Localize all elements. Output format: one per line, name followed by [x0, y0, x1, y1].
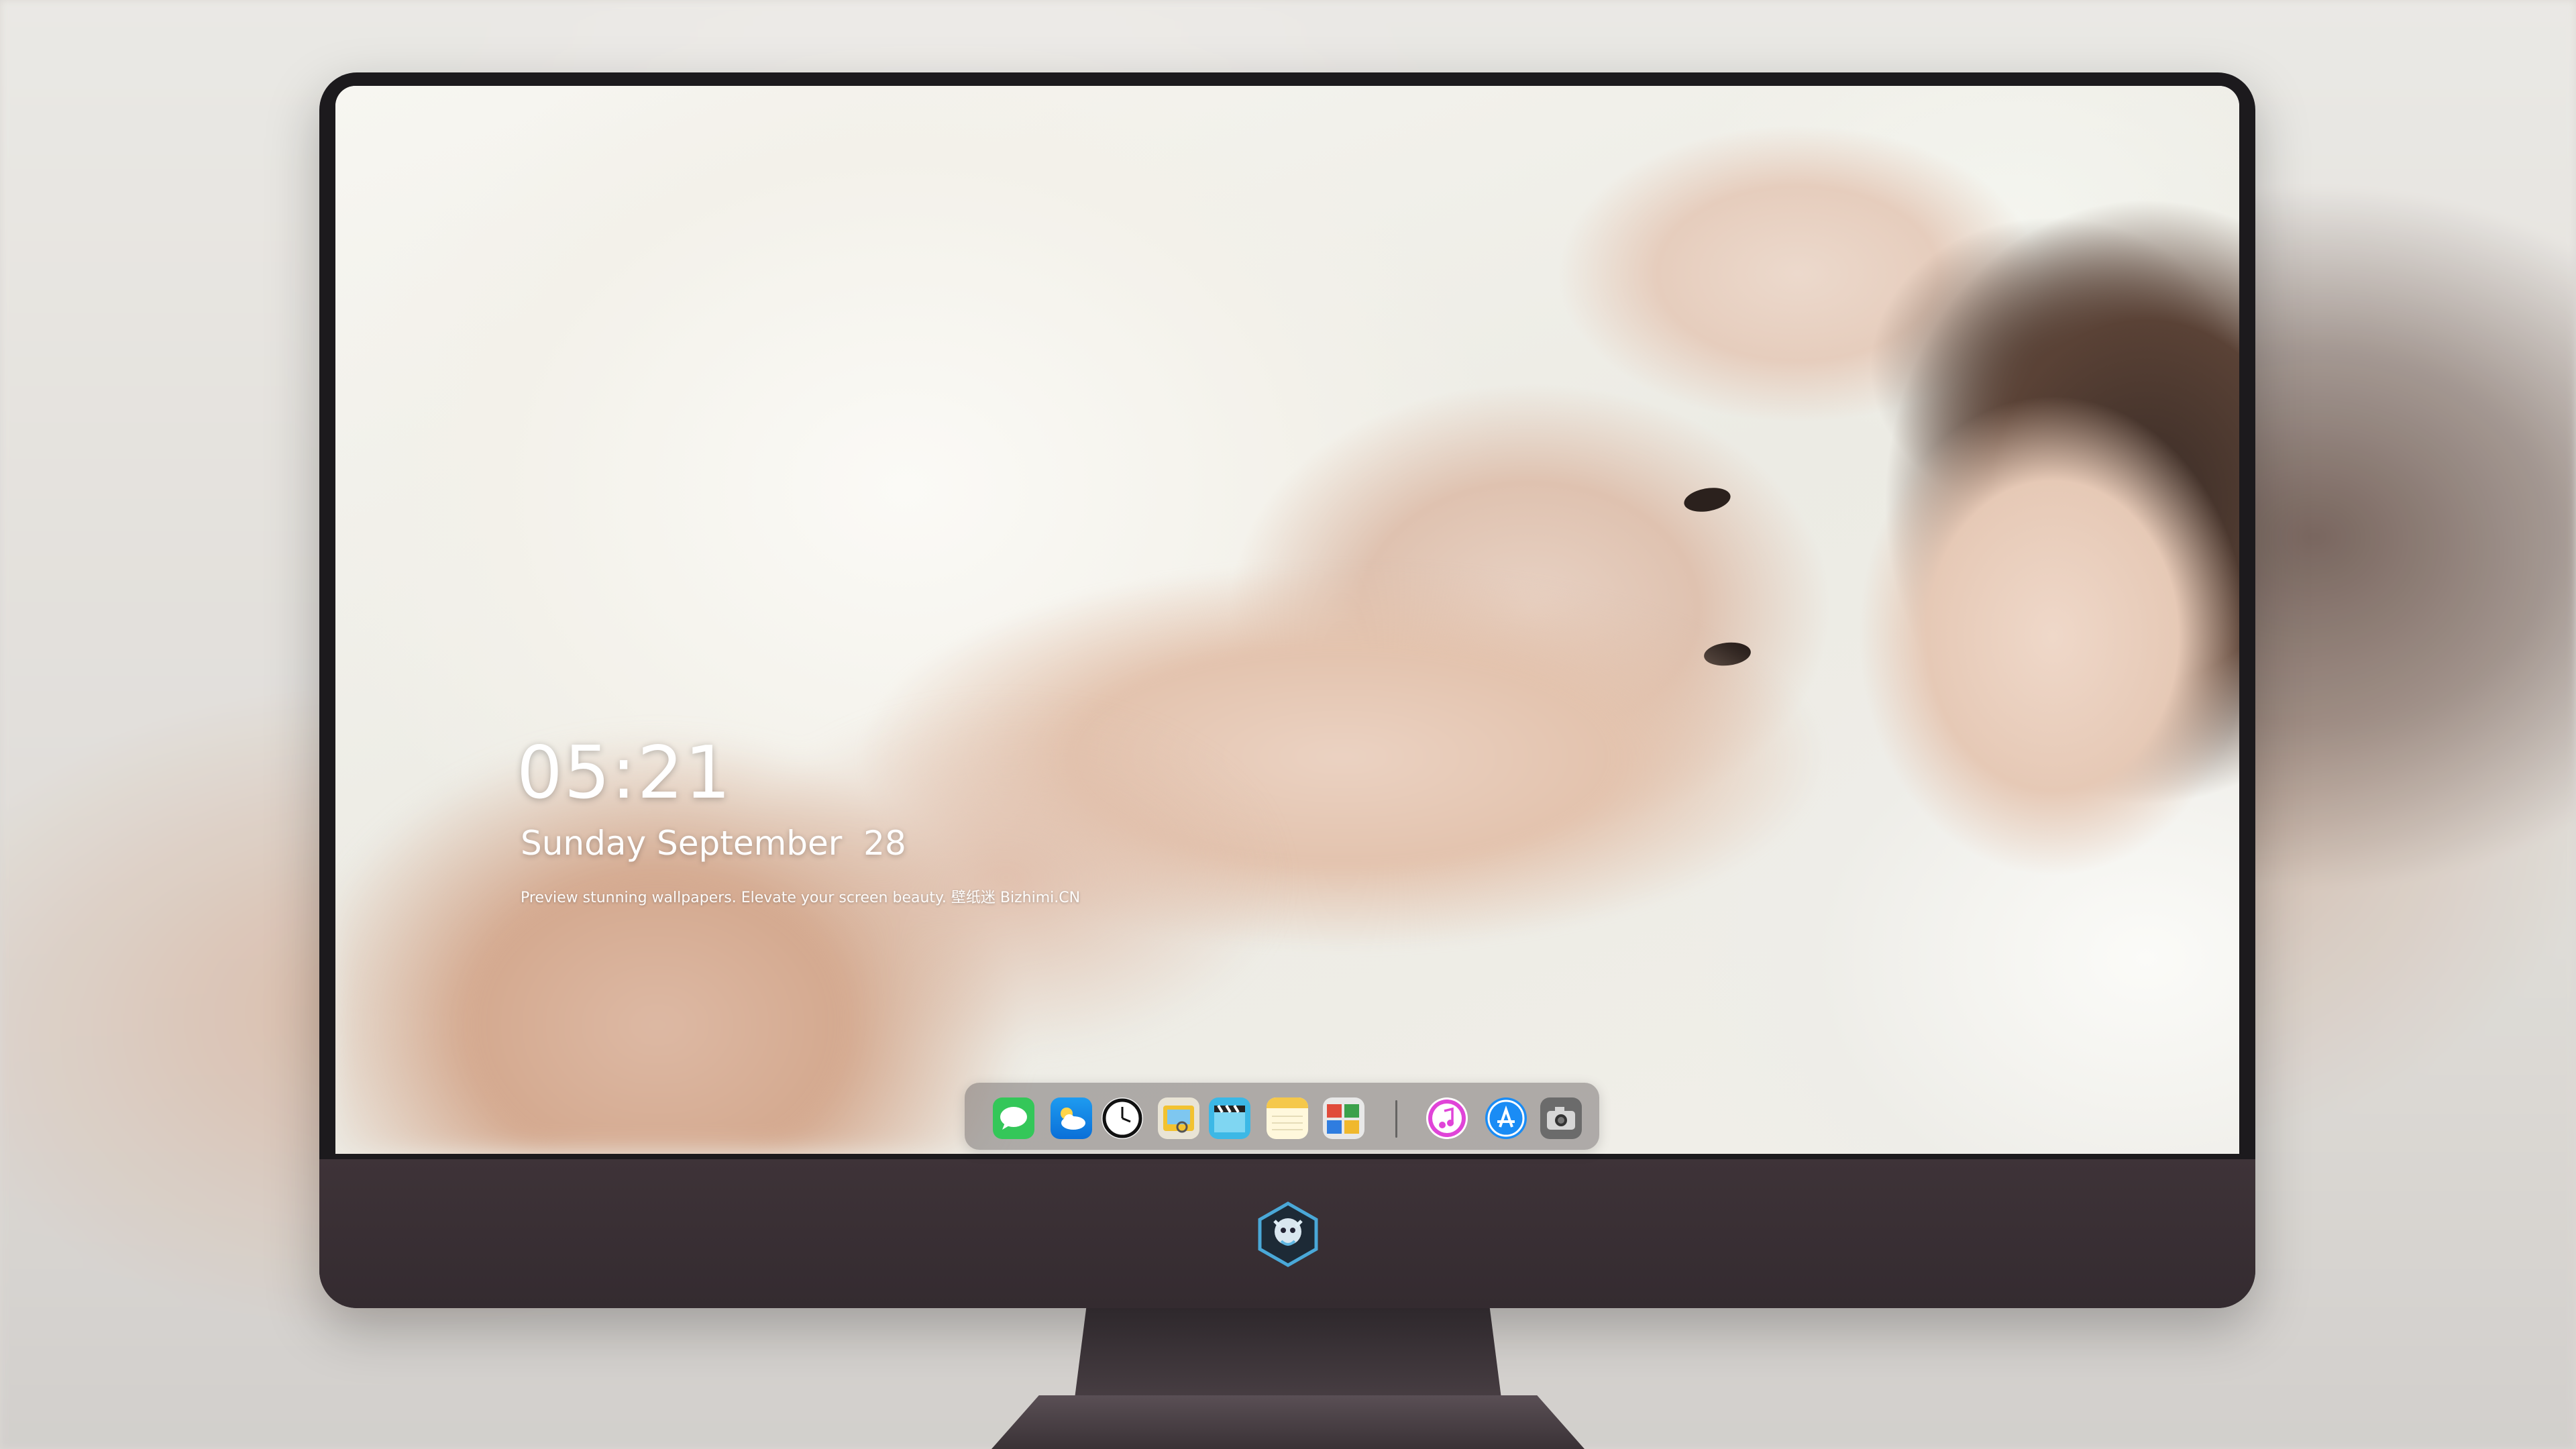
itunes-icon[interactable] — [1426, 1097, 1468, 1139]
monitor-stand-neck — [1073, 1308, 1503, 1409]
brand-logo-icon — [1254, 1201, 1322, 1268]
app-store-icon[interactable] — [1485, 1097, 1527, 1139]
notes-icon[interactable] — [1267, 1097, 1308, 1139]
messages-icon[interactable] — [993, 1097, 1034, 1139]
weather-icon[interactable] — [1051, 1097, 1092, 1139]
monitor-stand-base — [991, 1395, 1585, 1449]
clock-time: 05:21 — [517, 731, 733, 815]
wallpaper-foot — [335, 86, 2239, 1154]
preview-icon[interactable] — [1158, 1097, 1199, 1139]
dock-separator — [1395, 1100, 1397, 1138]
clock-date: Sunday September 28 — [521, 824, 906, 863]
photo-booth-icon[interactable] — [1323, 1097, 1364, 1139]
claquette-icon[interactable] — [1209, 1097, 1250, 1139]
tagline-text: Preview stunning wallpapers. Elevate you… — [521, 890, 1081, 906]
clock-icon[interactable] — [1102, 1097, 1143, 1139]
screen — [335, 86, 2239, 1154]
camera-icon[interactable] — [1540, 1097, 1582, 1139]
